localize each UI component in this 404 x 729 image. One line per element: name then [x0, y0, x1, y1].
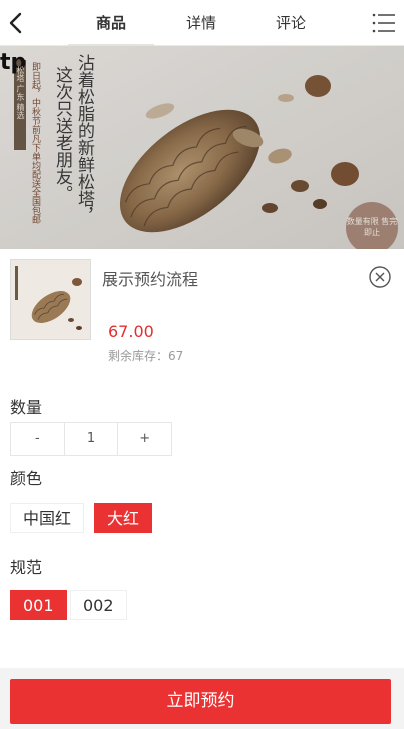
tab-reviews[interactable]: 评论: [248, 0, 334, 46]
color-option-china-red[interactable]: 中国红: [10, 503, 85, 533]
quantity-value[interactable]: 1: [63, 423, 118, 455]
tab-product[interactable]: 商品: [68, 0, 154, 46]
quantity-minus-button[interactable]: -: [11, 423, 64, 455]
color-label: 颜色: [10, 469, 43, 488]
spec-option-001[interactable]: 001: [10, 590, 67, 620]
menu-icon[interactable]: [372, 12, 396, 34]
reserve-now-button[interactable]: 立即预约: [10, 679, 391, 724]
banner-overlay: [0, 46, 404, 252]
quantity-stepper: - 1 +: [10, 422, 172, 456]
product-price: 67.00: [108, 322, 154, 341]
color-option-bright-red[interactable]: 大红: [94, 503, 153, 533]
pinecone-thumb-icon: [11, 260, 90, 339]
stock-remaining: 剩余库存：67: [108, 349, 184, 363]
close-circle-icon[interactable]: [368, 265, 392, 289]
product-thumbnail: [10, 259, 91, 340]
spec-label: 规范: [10, 558, 43, 577]
tab-details[interactable]: 详情: [158, 0, 244, 46]
spec-option-002[interactable]: 002: [70, 590, 127, 620]
quantity-plus-button[interactable]: +: [117, 423, 171, 455]
product-title: 展示预约流程: [102, 270, 199, 289]
sku-sheet: 展示预约流程 67.00 剩余库存：67 数量 - 1 + 颜色 中国红 大红 …: [0, 249, 404, 729]
quantity-label: 数量: [10, 398, 43, 417]
back-arrow-icon[interactable]: [4, 10, 30, 36]
top-nav: 商品 详情 评论: [0, 0, 404, 46]
